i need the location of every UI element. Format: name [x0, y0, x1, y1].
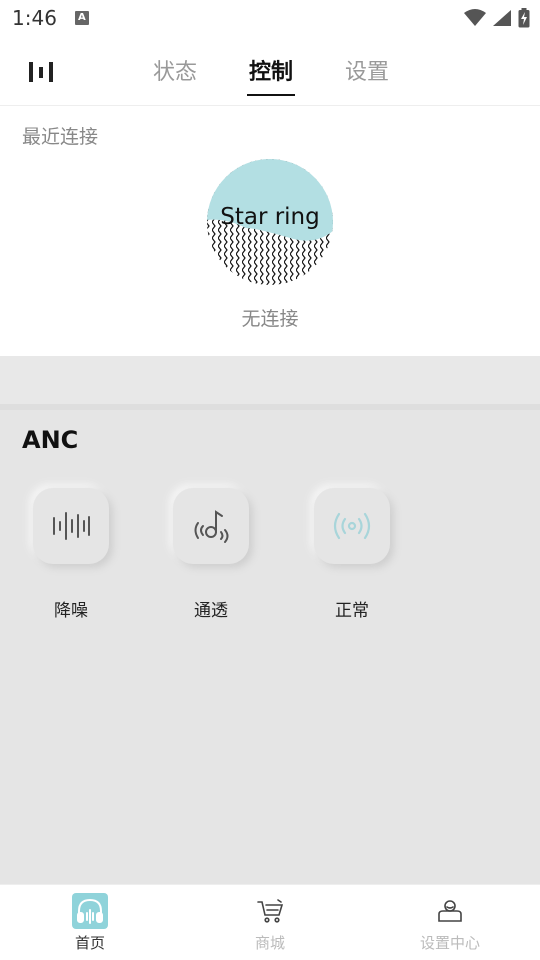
cellular-signal-icon: [493, 10, 511, 26]
noise-cancel-waveform-icon: [53, 512, 90, 540]
nav-settings-center[interactable]: 设置中心: [390, 893, 510, 953]
anc-section: ANC 降噪 通透 正常: [0, 410, 540, 884]
spacer-band: [0, 356, 540, 404]
bottom-nav: 首页 商城 设置中心: [0, 884, 540, 960]
recent-title: 最近连接: [22, 126, 99, 148]
anc-mode-normal[interactable]: 正常: [312, 488, 392, 621]
status-bar: 1:46 A: [0, 0, 540, 36]
nav-home[interactable]: 首页: [30, 893, 150, 953]
tab-status[interactable]: 状态: [145, 54, 205, 86]
connection-status: 无连接: [241, 308, 299, 330]
anc-mode-noise-cancel[interactable]: 降噪: [31, 488, 111, 621]
normal-label: 正常: [335, 601, 369, 621]
tab-control[interactable]: 控制: [241, 54, 301, 86]
nav-shop-label: 商城: [254, 934, 285, 952]
cart-icon: [252, 893, 288, 929]
tab-settings[interactable]: 设置: [337, 54, 397, 86]
nav-home-label: 首页: [74, 934, 105, 952]
noise-cancel-button[interactable]: [33, 488, 109, 564]
battery-charging-icon: [518, 8, 530, 28]
normal-button[interactable]: [314, 488, 390, 564]
active-tab-indicator: [247, 94, 295, 96]
status-icons: [464, 8, 530, 28]
device-name: Star ring: [220, 204, 320, 230]
nav-settings-center-label: 设置中心: [419, 934, 480, 952]
status-time: 1:46: [12, 6, 57, 30]
anc-mode-transparency[interactable]: 通透: [171, 488, 251, 621]
transparency-note-icon: [194, 510, 229, 543]
app-notification-icon: A: [74, 11, 89, 25]
tab-bar: 状态 控制 设置: [0, 54, 540, 104]
normal-signal-icon: [333, 512, 371, 540]
recent-connection-section: 最近连接 Star ring 无连接: [0, 106, 540, 356]
anc-title: ANC: [22, 426, 79, 454]
noise-cancel-label: 降噪: [54, 601, 88, 621]
transparency-button[interactable]: [173, 488, 249, 564]
headphones-icon: [72, 893, 108, 929]
top-bar: 状态 控制 设置: [0, 44, 540, 106]
user-settings-icon: [432, 893, 468, 929]
nav-shop[interactable]: 商城: [210, 893, 330, 953]
transparency-label: 通透: [194, 601, 228, 621]
wifi-icon: [464, 9, 486, 26]
